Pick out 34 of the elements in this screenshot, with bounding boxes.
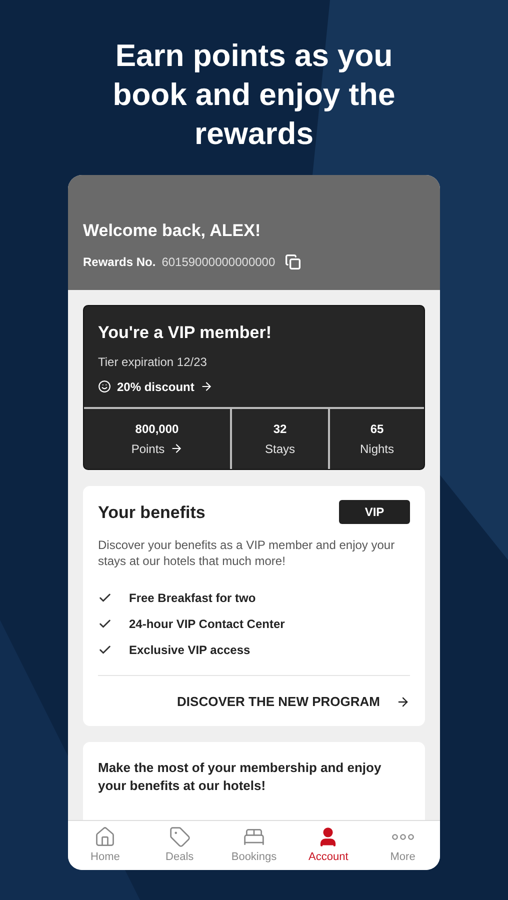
stat-value: 32	[273, 420, 287, 438]
stat-label: Points	[131, 440, 165, 458]
smiley-icon	[98, 380, 111, 393]
benefit-item: 24-hour VIP Contact Center	[129, 616, 285, 633]
rewards-label: Rewards No.	[83, 254, 156, 270]
tag-icon	[168, 826, 191, 848]
greeting: Welcome back, ALEX!	[83, 220, 262, 242]
vip-badge: VIP	[339, 500, 410, 524]
arrow-icon	[200, 380, 214, 393]
nav-tab[interactable]: Bookings	[216, 821, 292, 870]
tier-expiration: Tier expiration 12/23	[98, 354, 208, 370]
nav-tab[interactable]: Home	[68, 821, 142, 870]
arrow-icon	[170, 442, 183, 455]
benefit-item: Exclusive VIP access	[129, 642, 250, 659]
vip-title: You're a VIP member!	[98, 322, 272, 344]
stat-tile[interactable]: 800,000 Points	[84, 408, 230, 468]
benefits-title: Your benefits	[98, 502, 206, 524]
nav-tab[interactable]: Account	[291, 821, 366, 870]
copy-icon[interactable]	[285, 254, 302, 270]
stat-value: 800,000	[135, 420, 179, 438]
nav-tab[interactable]: More	[366, 821, 440, 870]
benefits-description: Discover your benefits as a VIP member and enjoy your stays at our hotels that much more!	[98, 537, 396, 569]
house-icon	[94, 826, 116, 848]
stat-label: Nights	[360, 440, 394, 458]
discount-link[interactable]: 20% discount	[98, 378, 410, 396]
benefit-item: Free Breakfast for two	[129, 590, 256, 607]
rewards-number: 60159000000000000	[162, 254, 276, 270]
discover-link[interactable]: DISCOVER THE NEW PROGRAM	[177, 692, 410, 712]
stat-value: 65	[370, 420, 384, 438]
promo-text: Make the most of your membership and enjoy your benefits at our hotels!	[98, 758, 382, 794]
nav-tab[interactable]: Deals	[142, 821, 217, 870]
stat-label: Stays	[264, 440, 295, 458]
dots-icon	[392, 834, 414, 840]
headline: Earn points as you book and enjoy the rewards	[112, 37, 396, 153]
